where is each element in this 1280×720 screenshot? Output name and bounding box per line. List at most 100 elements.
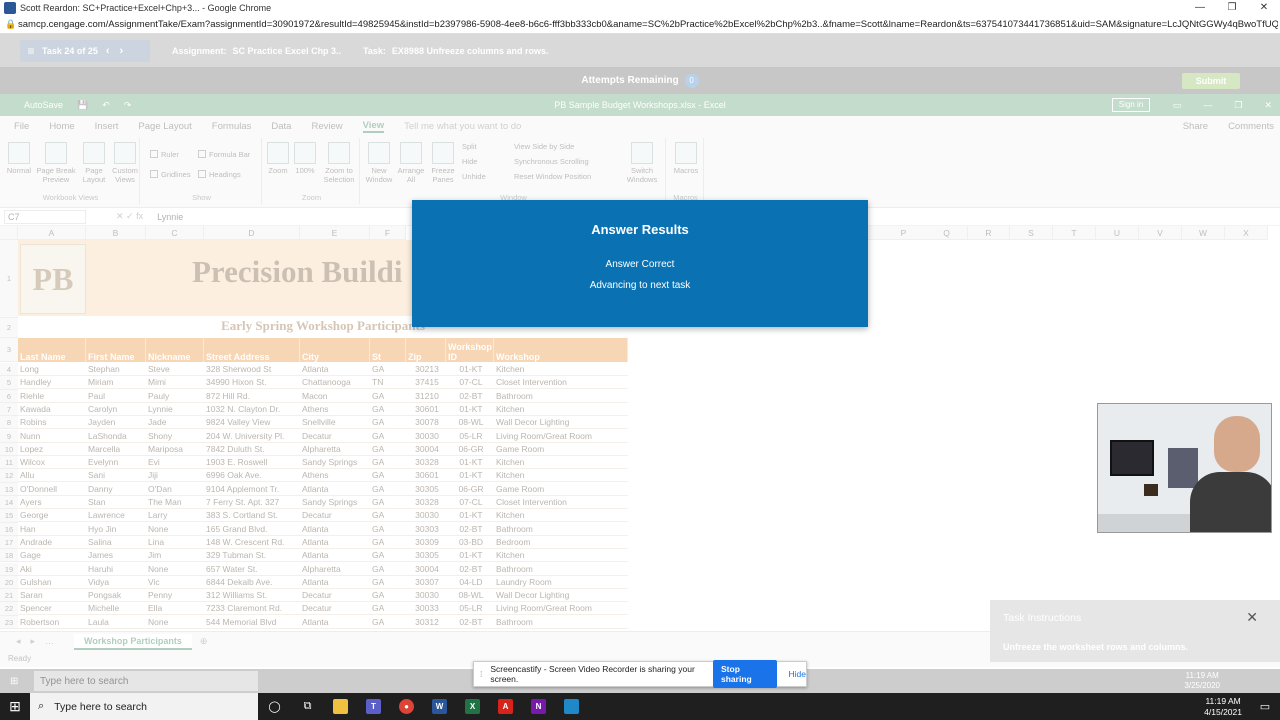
table-cell[interactable]: Miriam — [86, 376, 146, 390]
cortana-icon[interactable]: ◯ — [258, 693, 291, 720]
table-cell[interactable]: Ella — [146, 602, 204, 616]
table-cell[interactable]: Snellville — [300, 416, 370, 430]
table-cell[interactable]: 30305 — [406, 549, 446, 563]
table-cell[interactable]: Mimi — [146, 376, 204, 390]
drag-handle-icon[interactable]: ⁞ — [480, 669, 482, 679]
tab-home[interactable]: Home — [49, 121, 74, 132]
col-header[interactable]: C — [146, 226, 204, 240]
tab-page-layout[interactable]: Page Layout — [138, 121, 191, 132]
table-cell[interactable]: 7233 Claremont Rd. — [204, 602, 300, 616]
table-cell[interactable]: Gage — [18, 549, 86, 563]
table-cell[interactable]: Atlanta — [300, 483, 370, 496]
col-header[interactable]: T — [1053, 226, 1096, 240]
new-window-button[interactable]: New Window — [364, 142, 394, 184]
row-header[interactable]: 12 — [0, 469, 18, 483]
restore-icon[interactable]: ❐ — [1216, 0, 1248, 16]
minimize-icon[interactable]: — — [1184, 0, 1216, 16]
teams-icon[interactable]: T — [357, 693, 390, 720]
custom-views-button[interactable]: Custom Views — [110, 142, 140, 184]
table-cell[interactable]: Kitchen — [494, 403, 628, 416]
table-cell[interactable]: 07-CL — [446, 376, 494, 390]
sheet-tab-workshop-participants[interactable]: Workshop Participants — [74, 633, 192, 650]
table-cell[interactable]: GA — [370, 576, 406, 589]
table-cell[interactable]: GA — [370, 549, 406, 563]
table-cell[interactable]: Andrade — [18, 536, 86, 549]
table-cell[interactable]: James — [86, 549, 146, 563]
row-header[interactable]: 9 — [0, 429, 18, 443]
table-header[interactable]: Last Name — [18, 338, 86, 362]
table-cell[interactable]: Lawrence — [86, 509, 146, 523]
table-cell[interactable]: Alpharetta — [300, 443, 370, 456]
table-cell[interactable]: O'Dan — [146, 483, 204, 496]
fx-icon[interactable]: ✕ ✓ fx — [116, 211, 143, 222]
col-header[interactable]: S — [1010, 226, 1053, 240]
excel-minimize-icon[interactable]: — — [1203, 100, 1212, 111]
table-cell[interactable]: 329 Tubman St. — [204, 549, 300, 563]
table-cell[interactable]: 30078 — [406, 416, 446, 430]
table-cell[interactable]: 30030 — [406, 509, 446, 523]
table-cell[interactable]: GA — [370, 416, 406, 430]
table-cell[interactable]: GA — [370, 616, 406, 629]
table-cell[interactable]: Ayers — [18, 496, 86, 509]
sign-in-button[interactable]: Sign in — [1112, 98, 1150, 112]
table-cell[interactable]: Pauly — [146, 390, 204, 403]
share-button[interactable]: Share — [1183, 121, 1208, 132]
table-cell[interactable]: Kitchen — [494, 363, 628, 376]
table-cell[interactable]: 30033 — [406, 602, 446, 616]
table-cell[interactable]: 30307 — [406, 576, 446, 589]
hide-window-button[interactable]: Hide — [462, 157, 477, 166]
row-header[interactable]: 5 — [0, 376, 18, 390]
table-cell[interactable]: Bathroom — [494, 616, 628, 629]
table-cell[interactable]: Evi — [146, 456, 204, 470]
table-cell[interactable]: Game Room — [494, 443, 628, 456]
table-cell[interactable]: Sandy Springs — [300, 496, 370, 509]
table-cell[interactable]: Closet Intervention — [494, 376, 628, 390]
table-cell[interactable]: Evelynn — [86, 456, 146, 470]
table-cell[interactable]: 30030 — [406, 589, 446, 603]
table-cell[interactable]: 148 W. Crescent Rd. — [204, 536, 300, 549]
table-cell[interactable]: 30601 — [406, 403, 446, 416]
table-cell[interactable]: GA — [370, 563, 406, 576]
table-cell[interactable]: 383 S. Cortland St. — [204, 509, 300, 523]
table-cell[interactable]: Stephan — [86, 363, 146, 376]
table-cell[interactable]: Wilcox — [18, 456, 86, 470]
comments-button[interactable]: Comments — [1228, 121, 1274, 132]
headings-checkbox[interactable]: Headings — [198, 170, 241, 179]
table-cell[interactable]: Decatur — [300, 589, 370, 603]
table-cell[interactable]: Michelle — [86, 602, 146, 616]
inner-search-box[interactable]: Type here to search — [34, 671, 258, 691]
reset-window-position-button[interactable]: Reset Window Position — [514, 172, 591, 181]
table-cell[interactable]: Saran — [18, 589, 86, 603]
table-cell[interactable]: 544 Memorial Blvd — [204, 616, 300, 629]
row-header[interactable]: 16 — [0, 522, 18, 536]
table-cell[interactable]: Alpharetta — [300, 563, 370, 576]
table-cell[interactable]: Marcella — [86, 443, 146, 456]
table-cell[interactable]: 7 Ferry St. Apt. 327 — [204, 496, 300, 509]
prev-task-icon[interactable]: ‹ — [106, 45, 110, 57]
tab-insert[interactable]: Insert — [95, 121, 119, 132]
table-cell[interactable]: Decatur — [300, 509, 370, 523]
table-cell[interactable]: Atlanta — [300, 523, 370, 536]
table-cell[interactable]: None — [146, 523, 204, 536]
row-header[interactable]: 1 — [0, 240, 18, 318]
table-cell[interactable]: Lina — [146, 536, 204, 549]
table-cell[interactable]: GA — [370, 523, 406, 536]
col-header[interactable]: Q — [926, 226, 968, 240]
table-cell[interactable]: GA — [370, 430, 406, 443]
table-cell[interactable]: Bathroom — [494, 563, 628, 576]
ruler-checkbox[interactable]: Ruler — [150, 150, 179, 159]
table-cell[interactable]: Atlanta — [300, 536, 370, 549]
table-cell[interactable]: Decatur — [300, 602, 370, 616]
table-header[interactable]: St — [370, 338, 406, 362]
table-cell[interactable]: Robins — [18, 416, 86, 430]
table-cell[interactable]: 04-LD — [446, 576, 494, 589]
table-cell[interactable]: Shony — [146, 430, 204, 443]
row-header[interactable]: 11 — [0, 456, 18, 470]
table-cell[interactable]: 30305 — [406, 483, 446, 496]
table-cell[interactable]: 30303 — [406, 523, 446, 536]
name-box[interactable]: C7 — [4, 209, 86, 224]
table-cell[interactable]: 1032 N. Clayton Dr. — [204, 403, 300, 416]
close-icon[interactable]: ✕ — [1248, 0, 1280, 16]
tab-review[interactable]: Review — [311, 121, 342, 132]
table-cell[interactable]: 01-KT — [446, 403, 494, 416]
